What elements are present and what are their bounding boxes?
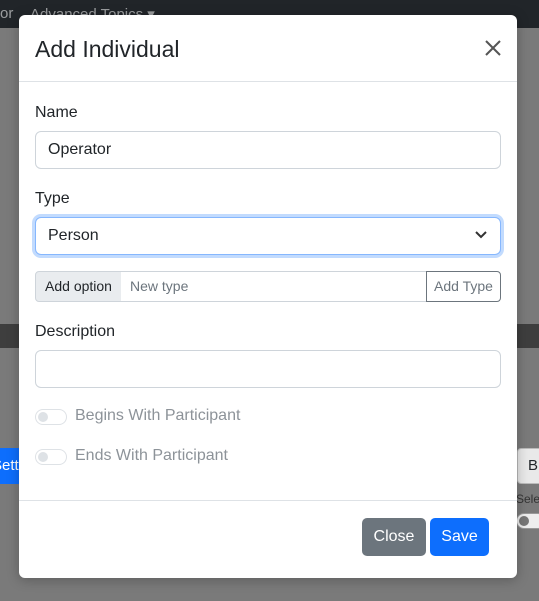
modal-title: Add Individual	[35, 36, 180, 62]
ends-with-participant-label: Ends With Participant	[75, 447, 228, 464]
close-icon[interactable]	[482, 37, 504, 59]
description-input[interactable]	[35, 350, 501, 388]
chevron-down-icon	[475, 231, 487, 239]
background-right-label: Sele	[516, 492, 539, 506]
name-label: Name	[35, 104, 78, 121]
background-right-toggle[interactable]	[516, 513, 539, 529]
new-type-input[interactable]: New type	[121, 271, 427, 302]
type-select[interactable]: Person	[35, 217, 501, 255]
begins-with-participant-toggle[interactable]	[35, 409, 67, 425]
ends-with-participant-toggle[interactable]	[35, 449, 67, 465]
modal-header: Add Individual	[19, 15, 517, 82]
begins-with-participant-row: Begins With Participant	[35, 407, 335, 427]
name-input[interactable]: Operator	[35, 131, 501, 169]
navbar-link-fragment[interactable]: or	[0, 5, 13, 22]
add-individual-dialog: Add Individual Name Operator Type Person…	[19, 15, 517, 578]
add-option-addon: Add option	[35, 271, 122, 302]
add-option-group: Add option New type Add Type	[35, 271, 501, 302]
save-button[interactable]: Save	[430, 518, 489, 556]
add-type-button[interactable]: Add Type	[426, 271, 501, 302]
begins-with-participant-label: Begins With Participant	[75, 407, 241, 424]
modal-footer: Close Save	[19, 500, 517, 578]
close-button[interactable]: Close	[362, 518, 426, 556]
background-right-button[interactable]: Br	[517, 448, 539, 484]
type-label: Type	[35, 190, 70, 207]
ends-with-participant-row: Ends With Participant	[35, 447, 335, 467]
type-selected-value: Person	[48, 227, 99, 244]
description-label: Description	[35, 323, 116, 340]
